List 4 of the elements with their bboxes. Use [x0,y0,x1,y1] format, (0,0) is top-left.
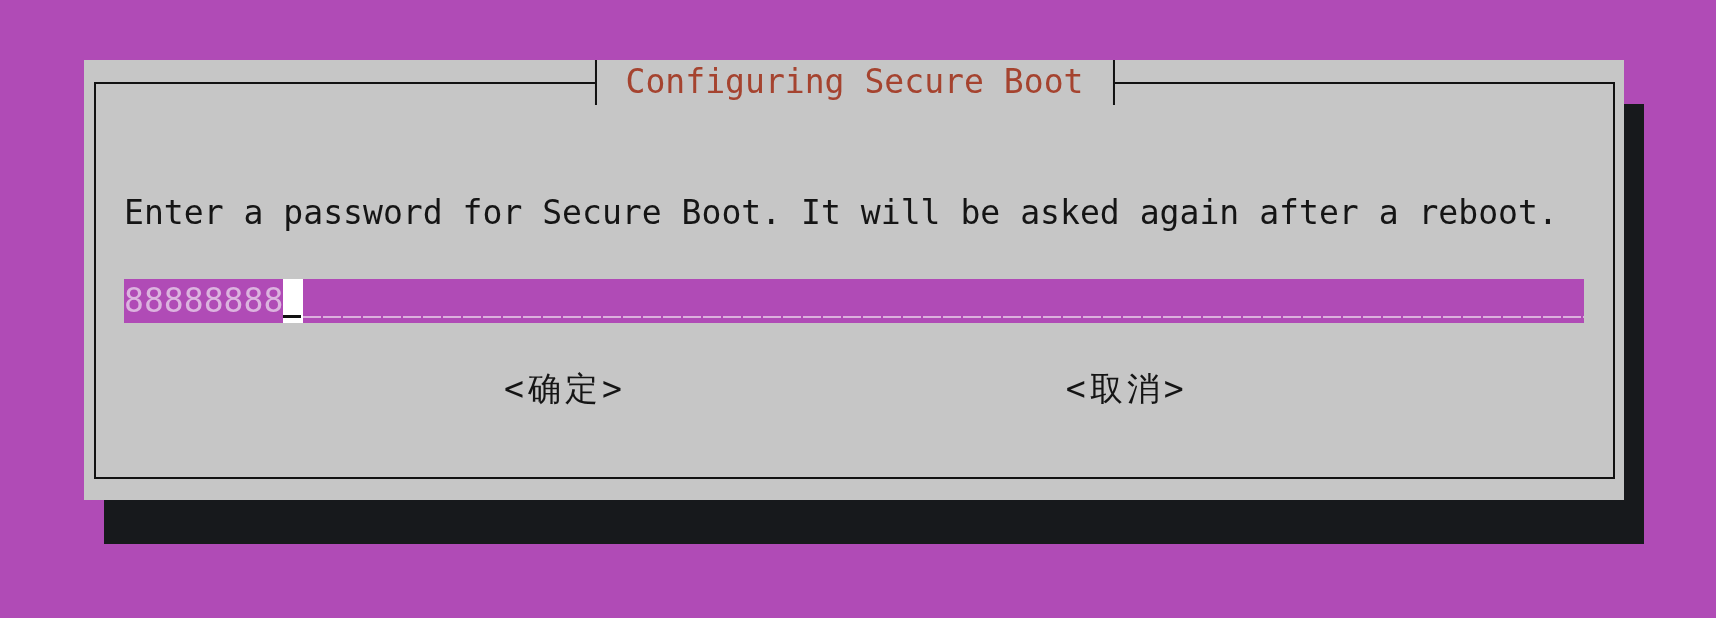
prompt-text: Enter a password for Secure Boot. It will be asked again after a reboot. [124,192,1558,234]
dialog-button[interactable]: <确定> [504,367,626,411]
dialog-title: Configuring Secure Boot [594,60,1115,105]
dialog-button[interactable]: <取消> [1065,367,1188,411]
